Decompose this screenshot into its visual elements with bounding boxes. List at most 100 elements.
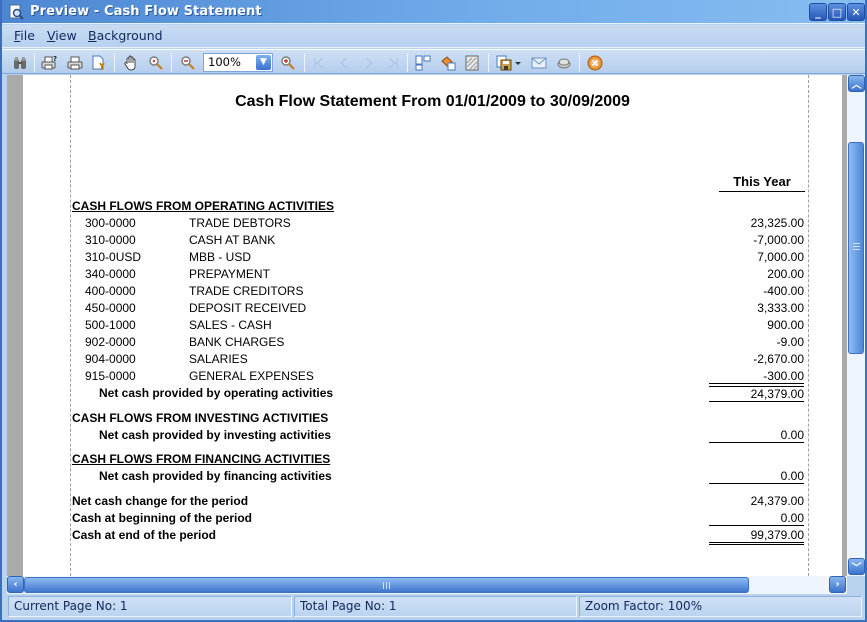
multiple-pages-button[interactable] xyxy=(413,53,433,72)
zoom-level-select[interactable]: 100% ▼ xyxy=(203,53,273,72)
net-label: Net cash provided by operating activitie… xyxy=(99,386,334,400)
fill-color-icon xyxy=(441,55,456,70)
menu-view[interactable]: View xyxy=(47,28,77,43)
horizontal-scroll-thumb[interactable] xyxy=(24,577,749,593)
account-name: GENERAL EXPENSES xyxy=(189,369,314,383)
account-name: CASH AT BANK xyxy=(189,233,276,247)
preview-app-icon xyxy=(8,4,24,20)
account-amount: -300.00 xyxy=(709,369,804,384)
maximize-icon: □ xyxy=(831,5,843,19)
close-preview-button[interactable] xyxy=(585,53,605,72)
scroll-left-button[interactable]: ‹ xyxy=(7,576,24,593)
summary-amount: 0.00 xyxy=(709,511,804,526)
section-investing-heading-row: CASH FLOWS FROM INVESTING ACTIVITIES xyxy=(23,411,842,428)
net-label: Net cash provided by financing activitie… xyxy=(99,469,332,483)
first-page-icon xyxy=(314,57,324,68)
email-icon xyxy=(531,57,547,68)
print-setup-button[interactable]: ? xyxy=(39,53,59,72)
toolbar-separator xyxy=(488,53,489,72)
title-bar: Preview - Cash Flow Statement _ □ ✕ xyxy=(2,0,865,24)
email-button[interactable] xyxy=(529,53,549,72)
window-title: Preview - Cash Flow Statement xyxy=(30,4,262,19)
account-amount: 23,325.00 xyxy=(750,216,804,230)
minimize-button[interactable]: _ xyxy=(809,3,827,21)
toolbar-separator xyxy=(579,53,580,72)
menu-background[interactable]: Background xyxy=(88,28,163,43)
chevron-down-icon: ﹀ xyxy=(851,563,862,574)
account-code: 310-0USD xyxy=(85,250,142,264)
zoom-in-button[interactable] xyxy=(278,53,298,72)
vertical-scroll-thumb[interactable] xyxy=(848,142,864,354)
first-page-button[interactable] xyxy=(309,53,329,72)
last-page-button[interactable] xyxy=(383,53,403,72)
chevron-down-icon[interactable]: ▼ xyxy=(256,55,271,70)
export-button[interactable] xyxy=(554,53,574,72)
chevron-left-icon: ‹ xyxy=(13,579,18,590)
scroll-up-button[interactable]: ︿ xyxy=(848,75,865,92)
zoom-tool-button[interactable] xyxy=(146,53,166,72)
section-heading: CASH FLOWS FROM INVESTING ACTIVITIES xyxy=(72,411,329,425)
watermark-icon xyxy=(465,55,479,70)
chevron-right-icon: › xyxy=(835,579,840,590)
last-page-icon xyxy=(388,57,398,68)
account-amount: 200.00 xyxy=(767,267,804,281)
print-button[interactable] xyxy=(65,53,85,72)
account-name: PREPAYMENT xyxy=(189,267,270,281)
toolbar: ? 100% ▼ xyxy=(2,49,865,74)
menu-file[interactable]: File xyxy=(14,28,35,43)
summary-amount: 99,379.00 xyxy=(709,528,804,545)
section-heading: CASH FLOWS FROM OPERATING ACTIVITIES xyxy=(72,199,334,213)
print-icon xyxy=(67,56,83,69)
account-row: 310-0USD MBB - USD 7,000.00 xyxy=(23,250,842,267)
save-icon xyxy=(496,55,512,70)
net-amount: 24,379.00 xyxy=(709,386,804,402)
investing-net-row: Net cash provided by investing activitie… xyxy=(23,428,842,445)
vertical-scrollbar[interactable]: ︿ ﹀ xyxy=(847,75,865,576)
section-heading: CASH FLOWS FROM FINANCING ACTIVITIES xyxy=(72,452,331,466)
account-row: 904-0000 SALARIES -2,670.00 xyxy=(23,352,842,369)
summary-row: Cash at end of the period 99,379.00 xyxy=(23,528,842,545)
column-header-this-year: This Year xyxy=(719,174,805,192)
preview-window: Preview - Cash Flow Statement _ □ ✕ File… xyxy=(0,0,867,622)
fill-color-button[interactable] xyxy=(438,53,458,72)
close-button[interactable]: ✕ xyxy=(847,3,865,21)
save-button[interactable] xyxy=(494,53,514,72)
close-icon: ✕ xyxy=(851,5,861,19)
hand-tool-button[interactable] xyxy=(121,53,141,72)
report-title: Cash Flow Statement From 01/01/2009 to 3… xyxy=(235,93,630,110)
svg-text:?: ? xyxy=(53,55,57,63)
status-current-page: Current Page No: 1 xyxy=(8,596,292,617)
operating-net-row: Net cash provided by operating activitie… xyxy=(23,386,842,403)
account-amount: 900.00 xyxy=(767,318,804,332)
account-code: 450-0000 xyxy=(85,301,136,315)
section-financing-heading-row: CASH FLOWS FROM FINANCING ACTIVITIES xyxy=(23,452,842,469)
account-row: 400-0000 TRADE CREDITORS -400.00 xyxy=(23,284,842,301)
account-amount: 3,333.00 xyxy=(757,301,804,315)
grip-icon xyxy=(383,582,390,589)
scroll-right-button[interactable]: › xyxy=(829,576,846,593)
minimize-icon: _ xyxy=(815,5,821,19)
horizontal-scrollbar[interactable]: ‹ › xyxy=(7,576,847,594)
previous-page-button[interactable] xyxy=(334,53,354,72)
scroll-down-button[interactable]: ﹀ xyxy=(848,558,865,575)
account-row: 310-0000 CASH AT BANK -7,000.00 xyxy=(23,233,842,250)
status-total-pages: Total Page No: 1 xyxy=(294,596,577,617)
zoom-tool-icon xyxy=(149,55,163,70)
zoom-out-icon xyxy=(181,55,195,70)
find-button[interactable] xyxy=(10,53,30,72)
summary-amount: 24,379.00 xyxy=(750,494,804,508)
next-page-button[interactable] xyxy=(359,53,379,72)
account-name: SALES - CASH xyxy=(189,318,272,332)
find-icon xyxy=(14,56,26,69)
watermark-button[interactable] xyxy=(462,53,482,72)
account-amount: 7,000.00 xyxy=(757,250,804,264)
preview-viewport[interactable]: Cash Flow Statement From 01/01/2009 to 3… xyxy=(7,75,847,576)
save-dropdown-button[interactable] xyxy=(513,53,523,72)
net-amount: 0.00 xyxy=(709,469,804,484)
page-setup-button[interactable] xyxy=(89,53,109,72)
hand-tool-icon xyxy=(124,55,136,70)
summary-row: Net cash change for the period 24,379.00 xyxy=(23,494,842,511)
zoom-out-button[interactable] xyxy=(178,53,198,72)
account-code: 340-0000 xyxy=(85,267,136,281)
maximize-button[interactable]: □ xyxy=(828,3,846,21)
